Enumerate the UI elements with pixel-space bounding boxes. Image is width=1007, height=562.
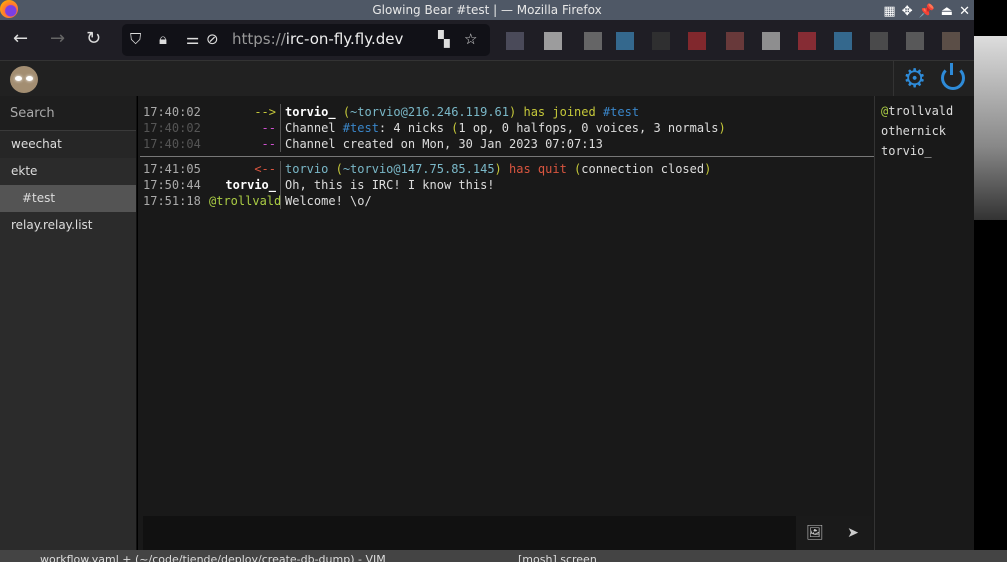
maximize-icon[interactable]: ⏏ <box>941 2 953 22</box>
reload-button[interactable]: ↻ <box>86 28 101 49</box>
back-button[interactable]: ← <box>13 28 28 49</box>
tile-icon[interactable]: ▦ <box>883 2 895 22</box>
chat-line: 17:40:02 -- Channel #test: 4 nicks (1 op,… <box>143 120 726 136</box>
extension-icon[interactable] <box>834 32 852 50</box>
sidebar-item-weechat[interactable]: weechat <box>0 131 136 158</box>
extension-icon[interactable] <box>942 32 960 50</box>
nick-item[interactable]: torvio_ <box>881 141 968 161</box>
chat-line: 17:50:44 torvio_ Oh, this is IRC! I know … <box>143 177 495 193</box>
close-icon[interactable]: ✕ <box>959 2 970 22</box>
taskbar-item[interactable]: [mosh] screen <box>518 550 597 562</box>
bookmark-star-icon[interactable]: ☆ <box>464 30 477 48</box>
app-header: ⚙ <box>0 60 974 97</box>
extension-icon[interactable] <box>762 32 780 50</box>
sidebar-item-test[interactable]: #test <box>0 185 136 212</box>
extension-icon[interactable] <box>798 32 816 50</box>
taskbar: workflow.yaml + (~/code/tiende/deploy/cr… <box>0 550 1007 562</box>
extension-icon[interactable] <box>652 32 670 50</box>
lock-icon[interactable]: 🔒︎ <box>159 30 167 48</box>
extension-icon[interactable] <box>506 32 524 50</box>
browser-toolbar: ← → ↻ ⛉ 🔒︎ ⚌ ⊘ https://irc-on-fly.fly.de… <box>0 20 974 60</box>
extension-icon[interactable] <box>726 32 744 50</box>
upload-image-icon[interactable]: 🖼︎ <box>796 516 834 550</box>
pin-icon[interactable]: 📌 <box>919 2 935 22</box>
chat-line: 17:40:02 --> torvio_ (~torvio@216.246.119… <box>143 104 640 120</box>
shield-icon[interactable]: ⛉ <box>130 30 141 48</box>
extension-icon[interactable] <box>544 32 562 50</box>
chat-line: 17:51:18 @trollvald Welcome! \o/ <box>143 193 372 209</box>
chat-buffer: 17:40:02 --> torvio_ (~torvio@216.246.119… <box>138 96 874 550</box>
autoplay-blocked-icon[interactable]: ⊘ <box>206 30 219 48</box>
extension-icon[interactable] <box>616 32 634 50</box>
taskbar-item[interactable]: workflow.yaml + (~/code/tiende/deploy/cr… <box>40 550 386 562</box>
extension-icon[interactable] <box>688 32 706 50</box>
permissions-icon[interactable]: ⚌ <box>186 30 199 48</box>
buffer-search-input[interactable]: Search <box>0 96 136 131</box>
url-text[interactable]: https://irc-on-fly.fly.dev <box>232 30 403 48</box>
disconnect-power-icon[interactable] <box>941 63 965 90</box>
message-input[interactable]: 🖼︎ ➤ <box>143 516 872 550</box>
extension-icon[interactable] <box>906 32 924 50</box>
nicklist: @trollvald othernick torvio_ <box>874 96 974 550</box>
move-icon[interactable]: ✥ <box>902 2 913 22</box>
window-title: Glowing Bear #test | — Mozilla Firefox <box>372 3 602 17</box>
buffer-sidebar: Search weechat ekte #test relay.relay.li… <box>0 96 137 550</box>
chat-line: 17:40:04 -- Channel created on Mon, 30 Ja… <box>143 136 603 152</box>
window-titlebar: Glowing Bear #test | — Mozilla Firefox ▦… <box>0 0 974 20</box>
qr-code-icon[interactable]: ▚ <box>438 30 450 48</box>
send-icon[interactable]: ➤ <box>834 516 872 550</box>
sidebar-item-relay-list[interactable]: relay.relay.list <box>0 212 136 239</box>
extension-icon[interactable] <box>584 32 602 50</box>
nick-item[interactable]: othernick <box>881 121 968 141</box>
firefox-logo-icon <box>0 0 18 18</box>
read-marker <box>140 156 874 157</box>
settings-gear-icon[interactable]: ⚙ <box>903 64 926 94</box>
glowing-bear-logo[interactable] <box>10 66 38 93</box>
url-bar[interactable]: ⛉ 🔒︎ ⚌ ⊘ https://irc-on-fly.fly.dev ▚ ☆ <box>122 24 490 56</box>
nick-item[interactable]: @trollvald <box>881 101 968 121</box>
chat-line: 17:41:05 <-- torvio (~torvio@147.75.85.14… <box>143 161 712 177</box>
background-window <box>974 36 1007 220</box>
forward-button[interactable]: → <box>50 28 65 49</box>
extension-icon[interactable] <box>870 32 888 50</box>
sidebar-item-ekte[interactable]: ekte <box>0 158 136 185</box>
